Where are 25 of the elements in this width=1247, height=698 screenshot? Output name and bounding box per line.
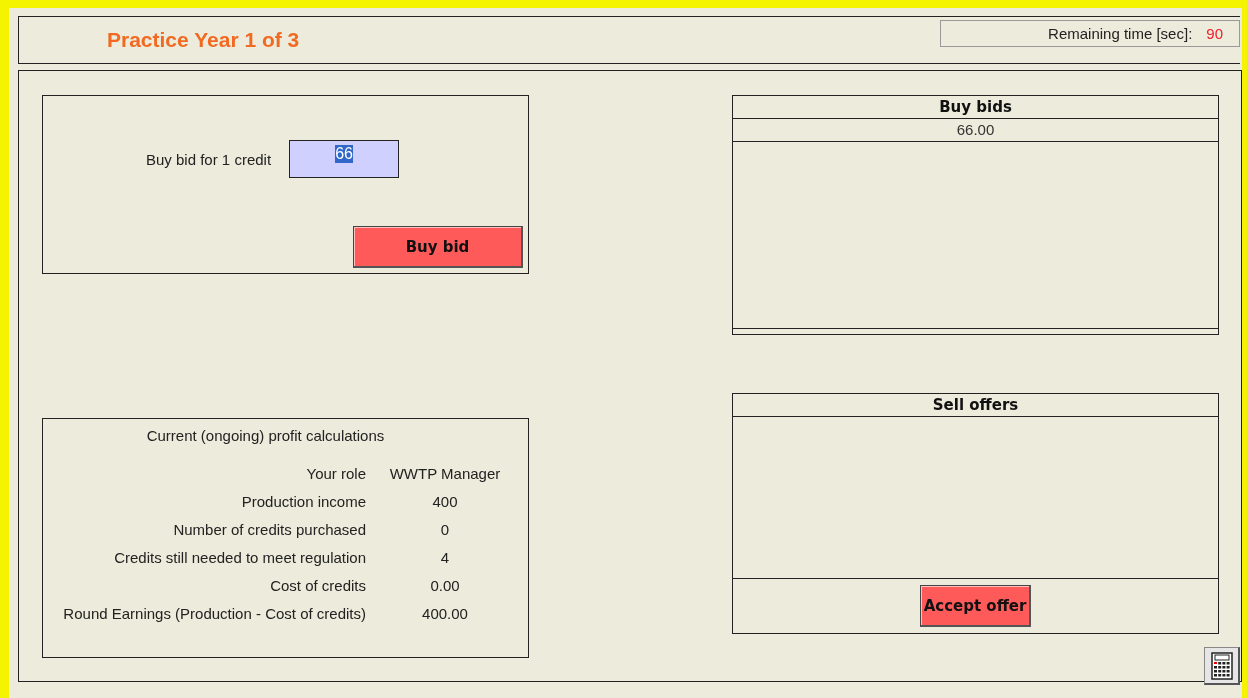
profit-label: Your role	[305, 464, 366, 484]
input-field[interactable]: 66	[289, 140, 400, 178]
profit-label: Cost of credits	[269, 576, 366, 596]
list-header: Sell offers	[733, 394, 1218, 417]
calculator-icon	[1210, 651, 1233, 680]
profit-title: Current (ongoing) profit calculations	[145, 427, 386, 444]
profit-value: 400	[431, 492, 459, 512]
profit-value: 0	[439, 520, 451, 540]
calculator-button[interactable]	[1204, 647, 1240, 685]
profit-value: 0.00	[429, 576, 461, 596]
list-header: Buy bids	[733, 96, 1218, 119]
accept-offer-button[interactable]: Accept offer	[920, 585, 1031, 627]
buy-bid-button[interactable]: Buy bid	[353, 226, 523, 268]
profit-value: WWTP Manager	[388, 464, 502, 484]
list-row[interactable]: 66.00	[733, 119, 1218, 142]
profit-value: 400.00	[421, 604, 469, 624]
profit-label: Production income	[240, 492, 366, 512]
profit-label: Round Earnings (Production - Cost of credits)	[62, 604, 366, 624]
profit-label: Number of credits purchased	[172, 520, 366, 540]
profit-value: 4	[439, 548, 451, 568]
page-title: Practice Year 1 of 3	[107, 28, 300, 52]
timer-label: Remaining time [sec]:	[1048, 24, 1193, 42]
profit-label: Credits still needed to meet regulation	[113, 548, 366, 568]
timer-value: 90	[1206, 24, 1223, 42]
bid-label: Buy bid for 1 credit	[146, 150, 272, 168]
